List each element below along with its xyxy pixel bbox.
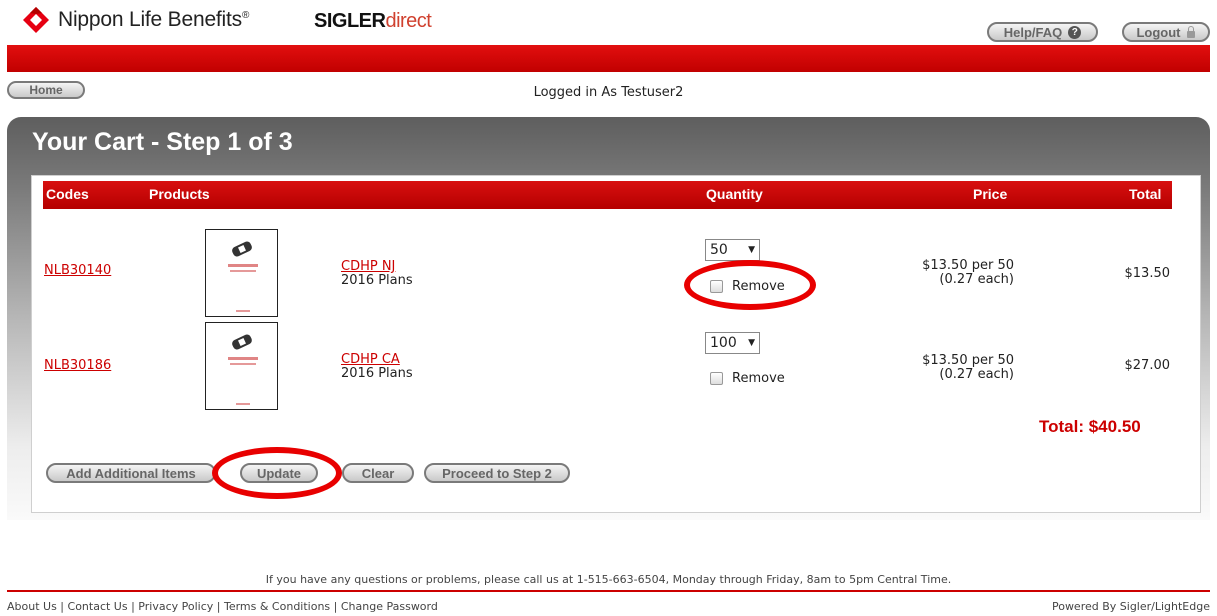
- thumb-text-line: [236, 310, 250, 312]
- line-total: $27.00: [1124, 358, 1171, 373]
- col-codes: Codes: [46, 186, 89, 202]
- grand-total: Total: $40.50: [1039, 417, 1141, 436]
- remove-label: Remove: [732, 279, 785, 294]
- checkbox-icon[interactable]: [710, 372, 723, 385]
- remove-label: Remove: [732, 371, 785, 386]
- clear-button[interactable]: Clear: [342, 463, 414, 483]
- footer-link-change-password[interactable]: Change Password: [341, 600, 438, 613]
- footer-link-contact[interactable]: Contact Us: [68, 600, 128, 613]
- price-each: (0.27 each): [939, 367, 1014, 382]
- thumb-text-line: [236, 403, 250, 405]
- col-price: Price: [973, 186, 1008, 202]
- brand-name-text: Nippon Life Benefits: [58, 8, 242, 31]
- quantity-select[interactable]: 50 ▼: [705, 239, 760, 261]
- thumb-text-line: [228, 357, 258, 360]
- unit-price: $13.50 per 50 (0.27 each): [884, 354, 1014, 382]
- product-name-link[interactable]: CDHP CA: [341, 352, 400, 367]
- add-items-label: Add Additional Items: [66, 465, 196, 481]
- cart-table-header: Codes Products Quantity Price Total: [43, 181, 1172, 209]
- sigler-logo-light: direct: [385, 10, 432, 32]
- footer-links: About Us | Contact Us | Privacy Policy |…: [7, 600, 438, 613]
- col-quantity: Quantity: [706, 186, 763, 202]
- brand-name: Nippon Life Benefits®: [58, 8, 249, 32]
- update-label: Update: [256, 465, 302, 481]
- support-message: If you have any questions or problems, p…: [265, 573, 952, 586]
- header-red-bar: [7, 45, 1210, 72]
- product-name-link[interactable]: CDHP NJ: [341, 259, 395, 274]
- thumb-text-line: [228, 264, 258, 267]
- thumb-text-line: [230, 270, 256, 272]
- logout-button[interactable]: Logout: [1122, 22, 1210, 42]
- clear-label: Clear: [361, 465, 395, 481]
- nippon-diamond-icon: [23, 7, 49, 33]
- powered-by: Powered By Sigler/LightEdge: [1051, 600, 1210, 613]
- col-products: Products: [149, 186, 210, 202]
- dropdown-arrow-icon: ▼: [748, 245, 755, 255]
- product-code-link[interactable]: NLB30186: [44, 358, 111, 373]
- quantity-select[interactable]: 100 ▼: [705, 332, 760, 354]
- thumb-text-line: [230, 363, 256, 365]
- product-thumbnail[interactable]: [205, 322, 278, 410]
- sigler-logo-bold: SIGLER: [314, 10, 386, 32]
- price-line: $13.50 per 50: [922, 258, 1014, 273]
- dropdown-arrow-icon: ▼: [748, 338, 755, 348]
- footer-link-about[interactable]: About Us: [7, 600, 57, 613]
- sigler-direct-logo[interactable]: SIGLERdirect: [314, 10, 432, 33]
- unit-price: $13.50 per 50 (0.27 each): [884, 259, 1014, 287]
- product-thumbnail[interactable]: [205, 229, 278, 317]
- logged-in-status: Logged in As Testuser2: [533, 85, 684, 100]
- site-header: Nippon Life Benefits® SIGLERdirect Help/…: [0, 0, 1217, 44]
- add-items-button[interactable]: Add Additional Items: [46, 463, 216, 483]
- brand-mark: ®: [241, 10, 250, 21]
- question-icon: ?: [1068, 25, 1082, 39]
- product-subtitle: 2016 Plans: [341, 273, 413, 288]
- footer-divider: [7, 590, 1210, 592]
- footer-link-privacy[interactable]: Privacy Policy: [138, 600, 213, 613]
- update-button[interactable]: Update: [240, 463, 318, 483]
- nippon-logo[interactable]: Nippon Life Benefits®: [22, 6, 249, 34]
- quantity-value: 100: [710, 335, 737, 351]
- bandage-icon: [230, 333, 254, 351]
- product-code-link[interactable]: NLB30140: [44, 263, 111, 278]
- proceed-button[interactable]: Proceed to Step 2: [424, 463, 570, 483]
- proceed-label: Proceed to Step 2: [442, 465, 552, 481]
- quantity-value: 50: [710, 242, 728, 258]
- price-line: $13.50 per 50: [922, 353, 1014, 368]
- remove-checkbox[interactable]: Remove: [710, 371, 785, 386]
- remove-checkbox[interactable]: Remove: [710, 279, 785, 294]
- checkbox-icon[interactable]: [710, 280, 723, 293]
- help-faq-button[interactable]: Help/FAQ ?: [987, 22, 1098, 42]
- cart-panel: Your Cart - Step 1 of 3: [7, 117, 1210, 520]
- help-faq-label: Help/FAQ: [1003, 24, 1063, 40]
- logout-label: Logout: [1136, 24, 1181, 40]
- col-total: Total: [1129, 186, 1162, 202]
- footer-link-terms[interactable]: Terms & Conditions: [224, 600, 330, 613]
- bandage-icon: [230, 240, 254, 258]
- lock-icon: [1186, 26, 1196, 38]
- price-each: (0.27 each): [939, 272, 1014, 287]
- product-subtitle: 2016 Plans: [341, 366, 413, 381]
- cart-title: Your Cart - Step 1 of 3: [32, 128, 293, 156]
- line-total: $13.50: [1124, 266, 1171, 281]
